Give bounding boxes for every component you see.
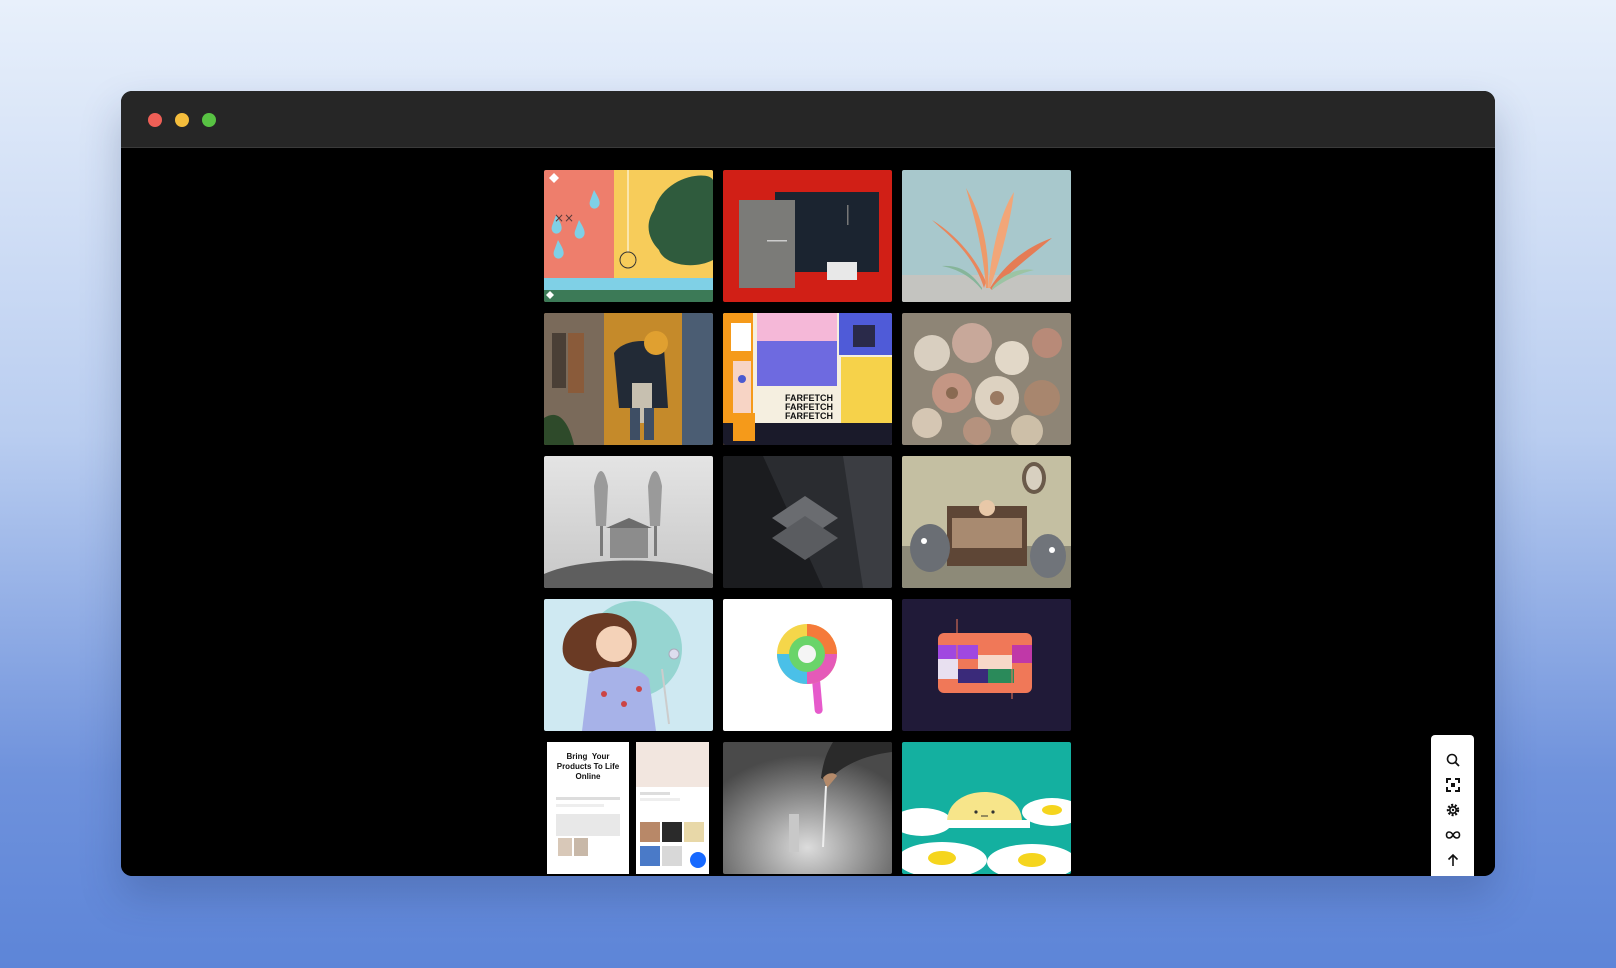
- search-button[interactable]: [1440, 747, 1466, 773]
- gallery-tile-foggy-house[interactable]: [544, 456, 713, 588]
- arrow-up-icon: [1447, 853, 1458, 866]
- closet-illustration-image: [544, 313, 713, 445]
- search-icon: [1446, 753, 1460, 767]
- foggy-house-image: [544, 456, 713, 588]
- gallery-tile-dark-cards[interactable]: [723, 456, 892, 588]
- gallery-tile-egg-sun[interactable]: [902, 742, 1071, 874]
- headline-bring: Bring: [566, 752, 588, 761]
- gallery-tile-website[interactable]: Bring Your Products To Life Online: [544, 742, 713, 874]
- image-gallery-grid: ×× FARFETCH FARFETCH FARFETCH Bring Your…: [544, 170, 1071, 874]
- raindrops-illustration-image: ××: [544, 170, 713, 302]
- browser-window: ×× FARFETCH FARFETCH FARFETCH Bring Your…: [121, 91, 1495, 876]
- infinite-scroll-button[interactable]: [1440, 822, 1466, 848]
- title-bar: [121, 91, 1495, 148]
- lollipop-render-image: [723, 599, 892, 731]
- scroll-to-top-button[interactable]: [1440, 847, 1466, 873]
- settings-gear-icon: [1446, 803, 1459, 817]
- dark-card-mockup-image: [723, 456, 892, 588]
- gallery-tile-bedroom[interactable]: [902, 456, 1071, 588]
- website-headline: Bring Your Products To Life Online: [552, 750, 624, 782]
- gallery-tile-girl-wand[interactable]: [544, 599, 713, 731]
- stationery-mockup-image: [723, 170, 892, 302]
- gallery-tile-lollipop[interactable]: [723, 599, 892, 731]
- minimize-window-button[interactable]: [175, 113, 189, 127]
- infinite-scroll-icon: [1445, 831, 1460, 839]
- headline-online: Online: [575, 772, 601, 781]
- aloe-plant-image: [902, 170, 1071, 302]
- headline-products: Products To Life: [556, 762, 620, 771]
- hand-with-pen-image: [723, 742, 892, 874]
- farfetch-text-block: FARFETCH FARFETCH FARFETCH: [779, 394, 839, 421]
- colorful-card-image: [902, 599, 1071, 731]
- gallery-tile-aloe[interactable]: [902, 170, 1071, 302]
- farfetch-text-3: FARFETCH: [785, 411, 833, 421]
- gallery-tile-colorful-card[interactable]: [902, 599, 1071, 731]
- gallery-tile-hand-pen[interactable]: [723, 742, 892, 874]
- close-window-button[interactable]: [148, 113, 162, 127]
- fullscreen-button[interactable]: [1440, 772, 1466, 798]
- gallery-tile-dried-flowers[interactable]: [902, 313, 1071, 445]
- floating-toolbar: [1431, 735, 1474, 876]
- page-content: ×× FARFETCH FARFETCH FARFETCH Bring Your…: [121, 149, 1495, 876]
- github-button[interactable]: [1440, 872, 1466, 876]
- egg-sun-image: [902, 742, 1071, 874]
- svg-text:××: ××: [554, 211, 574, 225]
- girl-with-wand-image: [544, 599, 713, 731]
- gallery-tile-stationery[interactable]: [723, 170, 892, 302]
- headline-your: Your: [591, 752, 610, 761]
- gallery-tile-closet-man[interactable]: [544, 313, 713, 445]
- farfetch-collage-image: [723, 313, 892, 445]
- maximize-window-button[interactable]: [202, 113, 216, 127]
- gallery-tile-farfetch[interactable]: FARFETCH FARFETCH FARFETCH: [723, 313, 892, 445]
- settings-button[interactable]: [1440, 797, 1466, 823]
- bedroom-creatures-image: [902, 456, 1071, 588]
- fullscreen-icon: [1445, 778, 1460, 792]
- gallery-tile-raindrops[interactable]: ××: [544, 170, 713, 302]
- dried-flowers-image: [902, 313, 1071, 445]
